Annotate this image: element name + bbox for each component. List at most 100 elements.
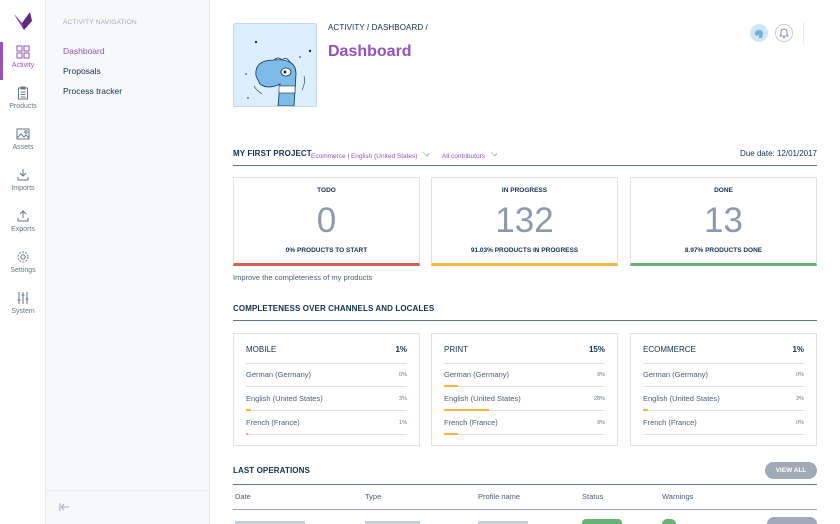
image-icon bbox=[16, 128, 30, 140]
locale-row: French (France) 1% bbox=[246, 415, 407, 435]
rail-item-products[interactable]: Products bbox=[0, 86, 46, 124]
rail-item-label: System bbox=[11, 308, 35, 315]
channel-name: PRINT bbox=[444, 345, 468, 354]
bell-icon bbox=[779, 28, 789, 38]
view-all-button[interactable]: VIEW ALL bbox=[765, 462, 817, 479]
locale-progress-bar bbox=[444, 433, 459, 435]
status-card-in-progress[interactable]: IN PROGRESS 132 91.03% PRODUCTS IN PROGR… bbox=[431, 177, 618, 266]
locale-row: English (United States) 3% bbox=[246, 391, 407, 411]
status-card-todo[interactable]: TODO 0 0% PRODUCTS TO START bbox=[233, 177, 420, 266]
card-value: 0 bbox=[316, 201, 337, 240]
rail-item-system[interactable]: System bbox=[0, 291, 46, 329]
channel-header: ECOMMERCE 1% bbox=[643, 345, 804, 364]
locale-percent: 9% bbox=[597, 420, 605, 426]
locale-progress-bar bbox=[246, 409, 251, 411]
divider bbox=[46, 490, 210, 491]
notifications-button[interactable] bbox=[775, 24, 793, 42]
locale-row: German (Germany) 0% bbox=[643, 367, 804, 387]
rail-item-label: Activity bbox=[11, 62, 35, 69]
breadcrumb: ACTIVITY / DASHBOARD / bbox=[328, 23, 428, 32]
channel-locale-selector[interactable]: Ecommerce | English (United States) bbox=[311, 149, 430, 160]
collapse-panel-icon[interactable] bbox=[58, 502, 70, 512]
locale-percent: 28% bbox=[593, 396, 605, 402]
locale-name: French (France) bbox=[643, 418, 697, 427]
breadcrumb-separator: / bbox=[364, 23, 372, 32]
locale-percent: 3% bbox=[796, 396, 804, 402]
locale-name: German (Germany) bbox=[246, 370, 312, 379]
column-header-warnings[interactable]: Warnings bbox=[662, 492, 693, 501]
rail-item-assets[interactable]: Assets bbox=[0, 127, 46, 165]
rail-item-settings[interactable]: Settings bbox=[0, 250, 46, 288]
locale-name: German (Germany) bbox=[444, 370, 510, 379]
breadcrumb-separator: / bbox=[423, 23, 428, 32]
rail-item-activity[interactable]: Activity bbox=[0, 42, 46, 83]
akeneo-logo-icon[interactable] bbox=[12, 9, 34, 31]
channel-locale-value: Ecommerce | English (United States) bbox=[311, 153, 418, 160]
locale-percent: 0% bbox=[796, 372, 804, 378]
channel-card-ecommerce: ECOMMERCE 1% German (Germany) 0% English (Un… bbox=[630, 333, 817, 446]
completeness-title: COMPLETENESS OVER CHANNELS AND LOCALES bbox=[233, 304, 435, 313]
dashboard-illustration bbox=[233, 23, 317, 107]
breadcrumb-item-activity[interactable]: ACTIVITY bbox=[328, 23, 365, 32]
locale-name: German (Germany) bbox=[643, 370, 709, 379]
locale-percent: 9% bbox=[597, 372, 605, 378]
improve-completeness-link[interactable]: Improve the completeness of my products bbox=[233, 273, 372, 282]
rail-item-label: Assets bbox=[12, 144, 34, 151]
channel-percent: 1% bbox=[792, 345, 804, 354]
app: Activity Products Assets Imports Exports bbox=[0, 0, 840, 524]
warnings-badge bbox=[662, 519, 676, 524]
rail-item-label: Settings bbox=[10, 267, 36, 274]
divider bbox=[803, 22, 804, 44]
subnav-item-proposals[interactable]: Proposals bbox=[63, 66, 101, 76]
locale-row: English (United States) 3% bbox=[643, 391, 804, 411]
due-date: Due date: 12/01/2017 bbox=[740, 149, 817, 158]
locale-name: French (France) bbox=[444, 418, 498, 427]
locale-row: German (Germany) 0% bbox=[246, 367, 407, 387]
column-header-type[interactable]: Type bbox=[365, 492, 381, 501]
column-header-status[interactable]: Status bbox=[582, 492, 603, 501]
user-avatar[interactable] bbox=[750, 24, 768, 42]
export-icon bbox=[17, 210, 29, 222]
channel-name: MOBILE bbox=[246, 345, 277, 354]
card-subtitle: 91.03% PRODUCTS IN PROGRESS bbox=[470, 247, 579, 254]
clipboard-icon bbox=[18, 86, 28, 100]
subnav-item-dashboard[interactable]: Dashboard bbox=[63, 46, 105, 56]
rail-item-exports[interactable]: Exports bbox=[0, 209, 46, 247]
channel-percent: 1% bbox=[395, 345, 407, 354]
subnav-item-process-tracker[interactable]: Process tracker bbox=[63, 86, 122, 96]
breadcrumb-item-dashboard[interactable]: DASHBOARD bbox=[372, 23, 424, 32]
locale-percent: 3% bbox=[399, 396, 407, 402]
rail-item-imports[interactable]: Imports bbox=[0, 168, 46, 206]
channel-card-mobile: MOBILE 1% German (Germany) 0% English (Unite… bbox=[233, 333, 420, 446]
card-subtitle: 8.97% PRODUCTS DONE bbox=[684, 247, 763, 254]
locale-percent: 1% bbox=[399, 420, 407, 426]
divider bbox=[233, 509, 817, 510]
contributors-selector[interactable]: All contributors bbox=[442, 149, 498, 160]
card-value: 132 bbox=[495, 201, 554, 240]
divider bbox=[233, 484, 817, 485]
locale-progress-bar bbox=[246, 433, 248, 435]
locale-progress-bar bbox=[643, 409, 648, 411]
project-title: MY FIRST PROJECT bbox=[233, 149, 312, 158]
subnav-title: ACTIVITY NAVIGATION bbox=[63, 19, 137, 26]
locale-row: French (France) 0% bbox=[643, 415, 804, 435]
row-action-button[interactable] bbox=[767, 517, 817, 524]
column-header-profile-name[interactable]: Profile name bbox=[478, 492, 520, 501]
chevron-down-icon bbox=[423, 149, 430, 157]
locale-name: English (United States) bbox=[246, 394, 323, 403]
column-header-date[interactable]: Date bbox=[235, 492, 251, 501]
status-card-done[interactable]: DONE 13 8.97% PRODUCTS DONE bbox=[630, 177, 817, 266]
locale-row: English (United States) 28% bbox=[444, 391, 605, 411]
grid-icon bbox=[16, 45, 30, 59]
project-bar: MY FIRST PROJECT Ecommerce | English (Un… bbox=[233, 146, 817, 166]
channel-header: MOBILE 1% bbox=[246, 345, 407, 364]
import-icon bbox=[17, 169, 29, 181]
locale-row: German (Germany) 9% bbox=[444, 367, 605, 387]
locale-progress-bar bbox=[444, 385, 459, 387]
card-subtitle: 0% PRODUCTS TO START bbox=[285, 247, 368, 254]
locale-name: French (France) bbox=[246, 418, 300, 427]
channel-card-print: PRINT 15% German (Germany) 9% English (Unite… bbox=[431, 333, 618, 446]
rail-item-label: Products bbox=[9, 103, 37, 110]
chevron-down-icon bbox=[490, 149, 498, 157]
locale-row: French (France) 9% bbox=[444, 415, 605, 435]
